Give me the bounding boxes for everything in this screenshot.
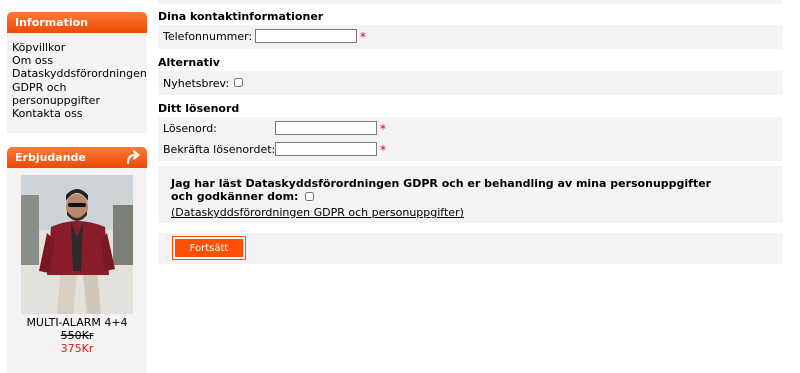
contact-section-title: Dina kontaktinformationer xyxy=(158,10,324,23)
phone-label: Telefonnummer: xyxy=(163,30,253,43)
continue-button[interactable]: Fortsätt xyxy=(172,236,246,260)
password-input[interactable] xyxy=(275,121,377,135)
link-om-oss[interactable]: Om oss xyxy=(12,54,147,67)
contact-panel: Telefonnummer: * xyxy=(158,25,782,49)
product-image[interactable] xyxy=(21,175,133,314)
password-required-mark: * xyxy=(380,122,386,136)
continue-panel: Fortsätt xyxy=(158,233,782,264)
confirm-password-label: Bekräfta lösenordet: xyxy=(163,143,276,156)
product-name[interactable]: MULTI-ALARM 4+4 xyxy=(7,316,147,329)
link-gdpr-line1[interactable]: Dataskyddsförordningen xyxy=(12,67,147,80)
phone-input[interactable] xyxy=(255,29,357,43)
password-section-title: Ditt lösenord xyxy=(158,102,240,115)
newsletter-label: Nyhetsbrev: xyxy=(163,77,230,90)
newsletter-checkbox[interactable] xyxy=(234,78,243,87)
gdpr-policy-link[interactable]: (Dataskyddsförordningen GDPR och personu… xyxy=(171,206,464,219)
top-divider xyxy=(158,0,782,4)
options-section-title: Alternativ xyxy=(158,56,220,69)
information-box-title: Information xyxy=(7,12,147,33)
old-price: 550Kr xyxy=(60,329,94,342)
gdpr-consent-text: Jag har läst Dataskyddsförordningen GDPR… xyxy=(171,177,731,203)
link-kopvillkor[interactable]: Köpvillkor xyxy=(12,41,147,54)
link-gdpr-line2[interactable]: GDPR och xyxy=(12,81,147,94)
specials-box-header: Erbjudande xyxy=(7,147,147,168)
gdpr-panel: Jag har läst Dataskyddsförordningen GDPR… xyxy=(158,166,782,223)
new-price: 375Kr xyxy=(60,342,94,355)
password-label: Lösenord: xyxy=(163,122,217,135)
information-box: Information Köpvillkor Om oss Dataskydds… xyxy=(7,12,147,133)
specials-box: Erbjudande MULTI-ALARM 4+4 550Kr 375Kr xyxy=(7,147,147,373)
information-links: Köpvillkor Om oss Dataskyddsförordningen… xyxy=(7,33,147,133)
redo-icon[interactable] xyxy=(125,150,141,166)
confirm-password-input[interactable] xyxy=(275,142,377,156)
gdpr-checkbox[interactable] xyxy=(305,192,315,201)
confirm-password-required-mark: * xyxy=(380,143,386,157)
specials-box-title: Erbjudande xyxy=(15,151,86,164)
specials-box-body: MULTI-ALARM 4+4 550Kr 375Kr xyxy=(7,168,147,373)
phone-required-mark: * xyxy=(360,30,366,44)
link-kontakta-oss[interactable]: Kontakta oss xyxy=(12,107,147,120)
password-panel: Lösenord: * Bekräfta lösenordet: * xyxy=(158,117,782,161)
options-panel: Nyhetsbrev: xyxy=(158,71,782,95)
link-gdpr-line3[interactable]: personuppgifter xyxy=(12,94,147,107)
gdpr-consent-label: Jag har läst Dataskyddsförordningen GDPR… xyxy=(171,177,712,203)
